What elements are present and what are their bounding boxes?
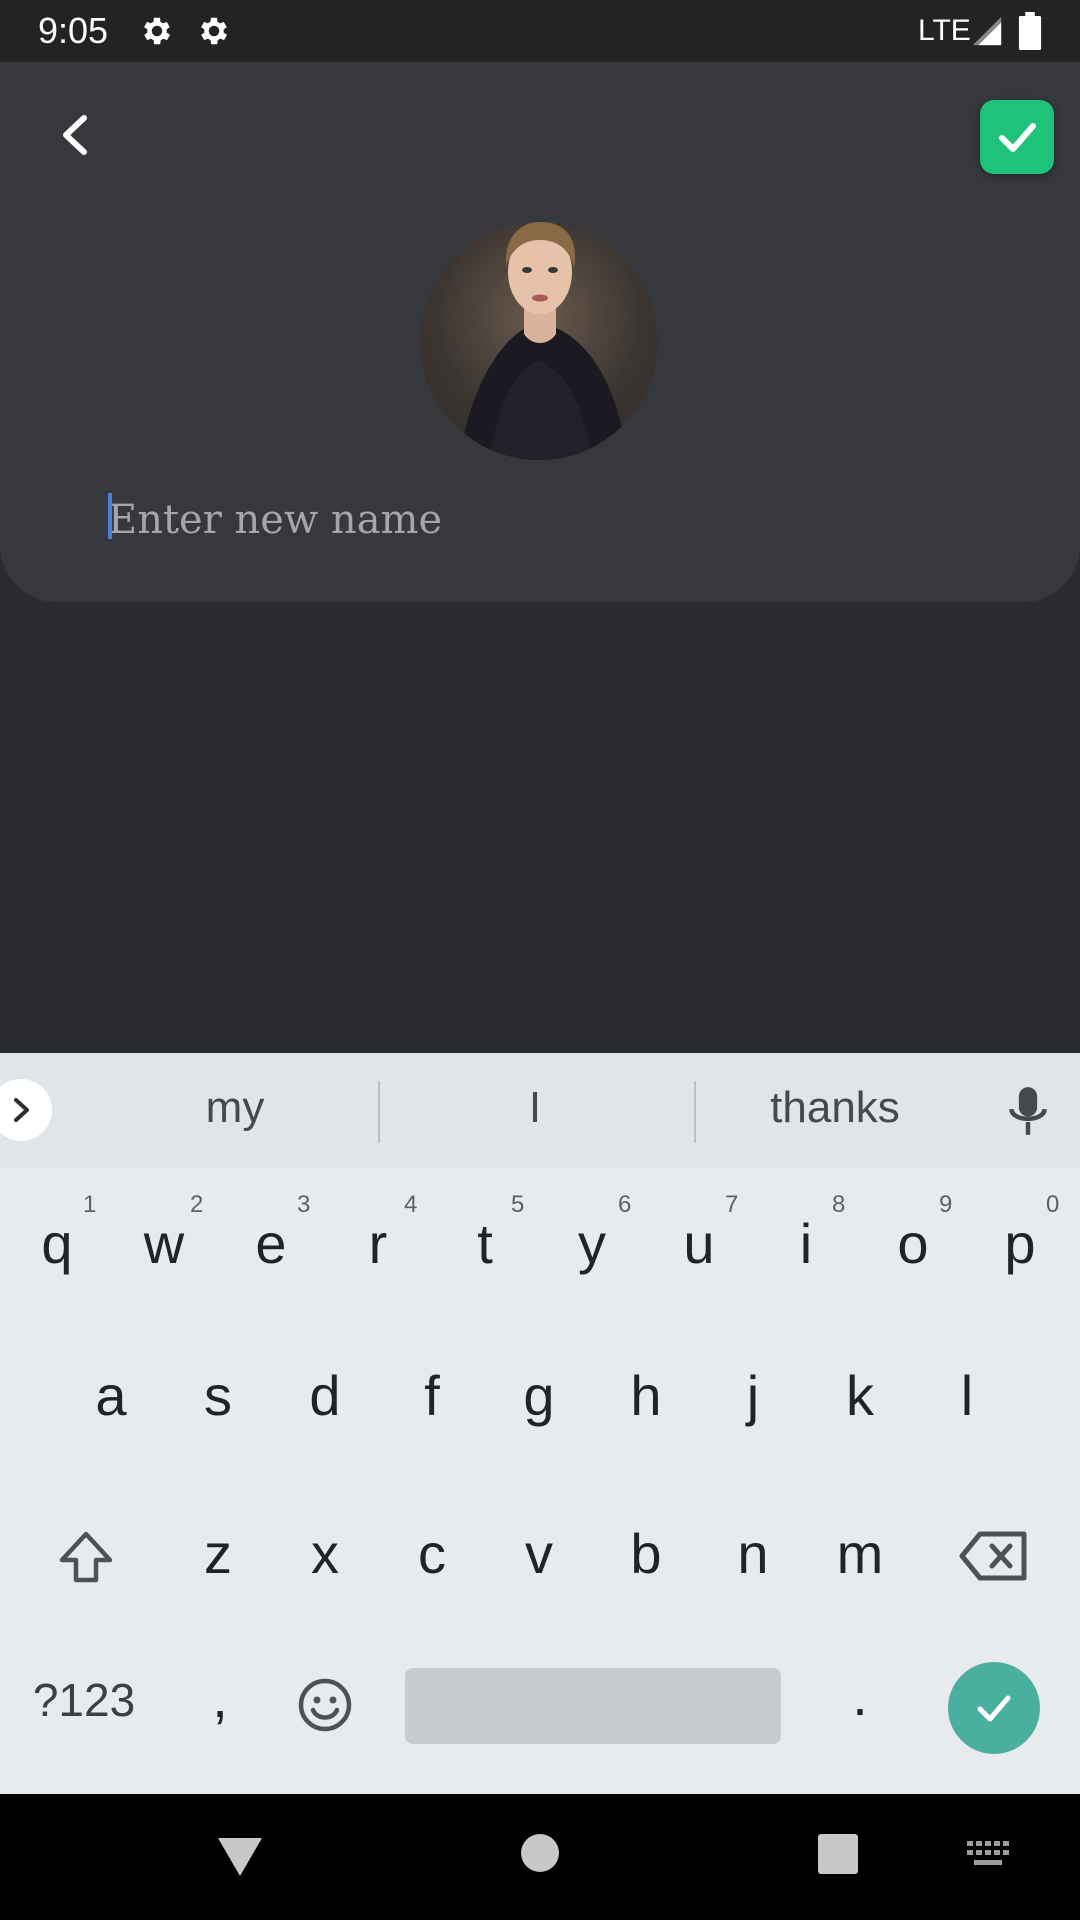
key-s[interactable]: s	[178, 1363, 258, 1428]
key-f[interactable]: f	[392, 1363, 472, 1428]
key-hint-5: 5	[511, 1191, 525, 1218]
comma-key[interactable]: ,	[195, 1665, 245, 1730]
key-n[interactable]: n	[713, 1521, 793, 1586]
suggestion-item[interactable]: my	[160, 1083, 310, 1133]
navigation-bar	[0, 1794, 1080, 1920]
suggestion-item[interactable]: thanks	[740, 1083, 930, 1133]
key-t[interactable]: t	[445, 1211, 525, 1276]
key-m[interactable]: m	[820, 1521, 900, 1586]
gear-icon	[201, 17, 228, 45]
network-type: LTE	[918, 14, 971, 47]
key-hint-1: 1	[83, 1191, 97, 1218]
shift-key[interactable]	[54, 1526, 118, 1590]
back-triangle-icon[interactable]	[216, 1834, 264, 1878]
key-x[interactable]: x	[285, 1521, 365, 1586]
back-button[interactable]	[40, 100, 110, 170]
key-h[interactable]: h	[606, 1363, 686, 1428]
key-j[interactable]: j	[713, 1363, 793, 1428]
backspace-icon	[959, 1531, 1027, 1581]
microphone-icon[interactable]	[1006, 1085, 1050, 1137]
key-c[interactable]: c	[392, 1521, 472, 1586]
status-time: 9:05	[38, 10, 109, 51]
name-input[interactable]	[108, 490, 1008, 550]
key-hint-4: 4	[404, 1191, 418, 1218]
keyboard-switch-icon[interactable]	[966, 1840, 1010, 1868]
emoji-key[interactable]	[296, 1676, 354, 1734]
key-g[interactable]: g	[499, 1363, 579, 1428]
key-u[interactable]: u	[659, 1211, 739, 1276]
key-hint-6: 6	[618, 1191, 632, 1218]
avatar[interactable]	[420, 222, 658, 460]
key-o[interactable]: o	[873, 1211, 953, 1276]
key-hint-8: 8	[832, 1191, 846, 1218]
key-d[interactable]: d	[285, 1363, 365, 1428]
recents-square-icon[interactable]	[816, 1832, 860, 1876]
suggestion-divider	[378, 1081, 380, 1143]
key-p[interactable]: p	[980, 1211, 1060, 1276]
text-cursor	[108, 493, 112, 539]
key-w[interactable]: w	[124, 1211, 204, 1276]
key-a[interactable]: a	[71, 1363, 151, 1428]
key-l[interactable]: l	[927, 1363, 1007, 1428]
key-y[interactable]: y	[552, 1211, 632, 1276]
key-hint-7: 7	[725, 1191, 739, 1218]
period-key[interactable]: .	[835, 1663, 885, 1728]
suggestion-bar: my I thanks	[0, 1053, 1080, 1168]
key-hint-2: 2	[190, 1191, 204, 1218]
status-bar: 9:05 LTE	[0, 0, 1080, 62]
chevron-left-icon	[63, 115, 87, 155]
key-z[interactable]: z	[178, 1521, 258, 1586]
smiley-icon	[298, 1678, 352, 1732]
soft-keyboard: my I thanks q1w2e3r4t5y6u7i8o9p0 asdfghj…	[0, 1053, 1080, 1794]
battery-icon	[1018, 12, 1042, 50]
key-b[interactable]: b	[606, 1521, 686, 1586]
signal-icon	[972, 16, 1002, 46]
backspace-key[interactable]	[958, 1526, 1030, 1586]
chevron-right-icon	[14, 1098, 29, 1122]
key-k[interactable]: k	[820, 1363, 900, 1428]
space-key[interactable]	[405, 1668, 781, 1744]
enter-key[interactable]	[948, 1662, 1040, 1754]
suggestion-item[interactable]: I	[460, 1083, 610, 1133]
key-q[interactable]: q	[17, 1211, 97, 1276]
gear-icon	[144, 17, 171, 45]
check-icon	[999, 123, 1036, 152]
key-hint-0: 0	[1046, 1191, 1060, 1218]
key-hint-3: 3	[297, 1191, 311, 1218]
confirm-button[interactable]	[980, 100, 1054, 174]
check-icon	[977, 1695, 1011, 1722]
key-v[interactable]: v	[499, 1521, 579, 1586]
key-e[interactable]: e	[231, 1211, 311, 1276]
key-i[interactable]: i	[766, 1211, 846, 1276]
key-hint-9: 9	[939, 1191, 953, 1218]
suggestion-divider	[694, 1081, 696, 1143]
shift-arrow-icon	[59, 1531, 113, 1583]
symbols-key[interactable]: ?123	[28, 1673, 140, 1727]
home-circle-icon[interactable]	[519, 1832, 561, 1874]
suggestion-expand-button[interactable]	[0, 1079, 52, 1141]
key-r[interactable]: r	[338, 1211, 418, 1276]
profile-photo	[460, 222, 628, 460]
